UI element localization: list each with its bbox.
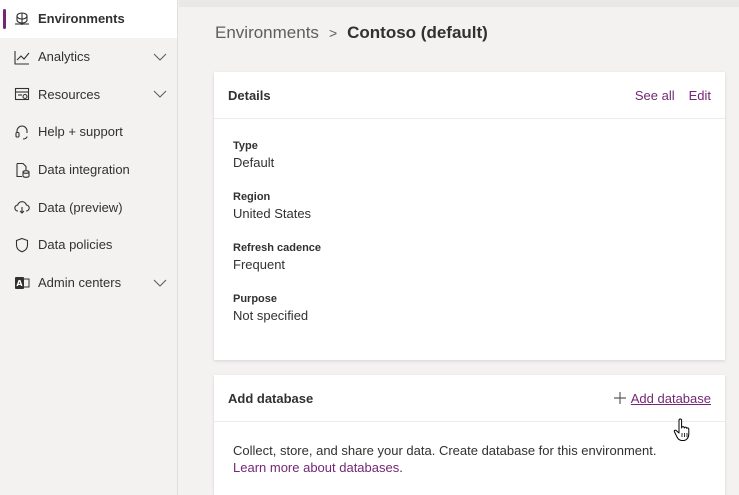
see-all-link[interactable]: See all <box>635 88 675 103</box>
sidebar: Environments Analytics Resources Help + … <box>0 0 178 495</box>
breadcrumb-separator: > <box>328 25 338 41</box>
field-value: United States <box>233 206 312 221</box>
breadcrumb-environments-link[interactable]: Environments <box>215 23 319 43</box>
chevron-down-icon[interactable] <box>153 50 167 64</box>
field-type: Type Default <box>233 139 706 174</box>
edit-link[interactable]: Edit <box>689 88 711 103</box>
sidebar-item-label: Help + support <box>38 124 123 140</box>
sidebar-item-analytics[interactable]: Analytics <box>0 38 177 76</box>
sidebar-item-environments[interactable]: Environments <box>0 0 177 38</box>
learn-more-line: Learn more about databases. <box>233 459 706 476</box>
add-database-button-label: Add database <box>630 390 711 406</box>
details-title: Details <box>228 87 271 103</box>
sidebar-item-label: Data (preview) <box>38 199 123 215</box>
field-label: Refresh cadence <box>233 242 322 254</box>
admin-centers-icon: A <box>14 275 30 291</box>
details-fields: Type Default Region United States Refres… <box>214 119 725 327</box>
page-title: Contoso (default) <box>347 23 488 42</box>
top-bar <box>179 0 739 7</box>
sidebar-item-data-policies[interactable]: Data policies <box>0 226 177 264</box>
add-database-title: Add database <box>228 390 314 406</box>
resources-icon <box>14 86 30 102</box>
main-content: Environments > Contoso (default) Details… <box>179 0 739 495</box>
sidebar-item-data-integration[interactable]: Data integration <box>0 151 177 189</box>
add-database-card: Add database Add database Collect, store… <box>214 375 725 495</box>
plus-icon <box>613 391 627 405</box>
shield-icon <box>14 237 30 253</box>
chevron-down-icon[interactable] <box>153 87 167 101</box>
sidebar-item-resources[interactable]: Resources <box>0 75 177 113</box>
data-integration-icon <box>14 162 30 178</box>
details-card: Details See all Edit Type Default Region… <box>214 72 725 360</box>
add-database-description: Collect, store, and share your data. Cre… <box>233 443 657 458</box>
learn-more-link[interactable]: Learn more about databases <box>233 460 399 475</box>
field-purpose: Purpose Not specified <box>233 292 706 327</box>
field-region: Region United States <box>233 190 706 225</box>
svg-text:A: A <box>16 279 23 288</box>
field-value: Frequent <box>233 257 286 272</box>
sidebar-item-label: Data policies <box>38 237 113 253</box>
cloud-data-icon <box>14 199 30 215</box>
add-database-card-header: Add database Add database <box>214 375 725 422</box>
headset-icon <box>14 124 30 140</box>
breadcrumb: Environments > Contoso (default) <box>215 23 488 43</box>
field-label: Type <box>233 140 258 152</box>
field-value: Default <box>233 155 275 170</box>
chevron-down-icon[interactable] <box>153 276 167 290</box>
sidebar-item-admin-centers[interactable]: A Admin centers <box>0 264 177 302</box>
sidebar-item-help-support[interactable]: Help + support <box>0 113 177 151</box>
analytics-icon <box>14 49 30 65</box>
learn-more-suffix: . <box>399 460 403 475</box>
details-card-header: Details See all Edit <box>214 72 725 119</box>
sidebar-item-label: Data integration <box>38 162 130 178</box>
field-value: Not specified <box>233 308 309 323</box>
field-label: Purpose <box>233 293 278 305</box>
add-database-body: Collect, store, and share your data. Cre… <box>214 422 725 476</box>
sidebar-item-label: Environments <box>38 11 125 27</box>
add-database-button[interactable]: Add database <box>613 391 711 406</box>
field-refresh-cadence: Refresh cadence Frequent <box>233 241 706 276</box>
sidebar-item-data-preview[interactable]: Data (preview) <box>0 188 177 226</box>
environments-icon <box>14 11 30 27</box>
field-label: Region <box>233 191 271 203</box>
